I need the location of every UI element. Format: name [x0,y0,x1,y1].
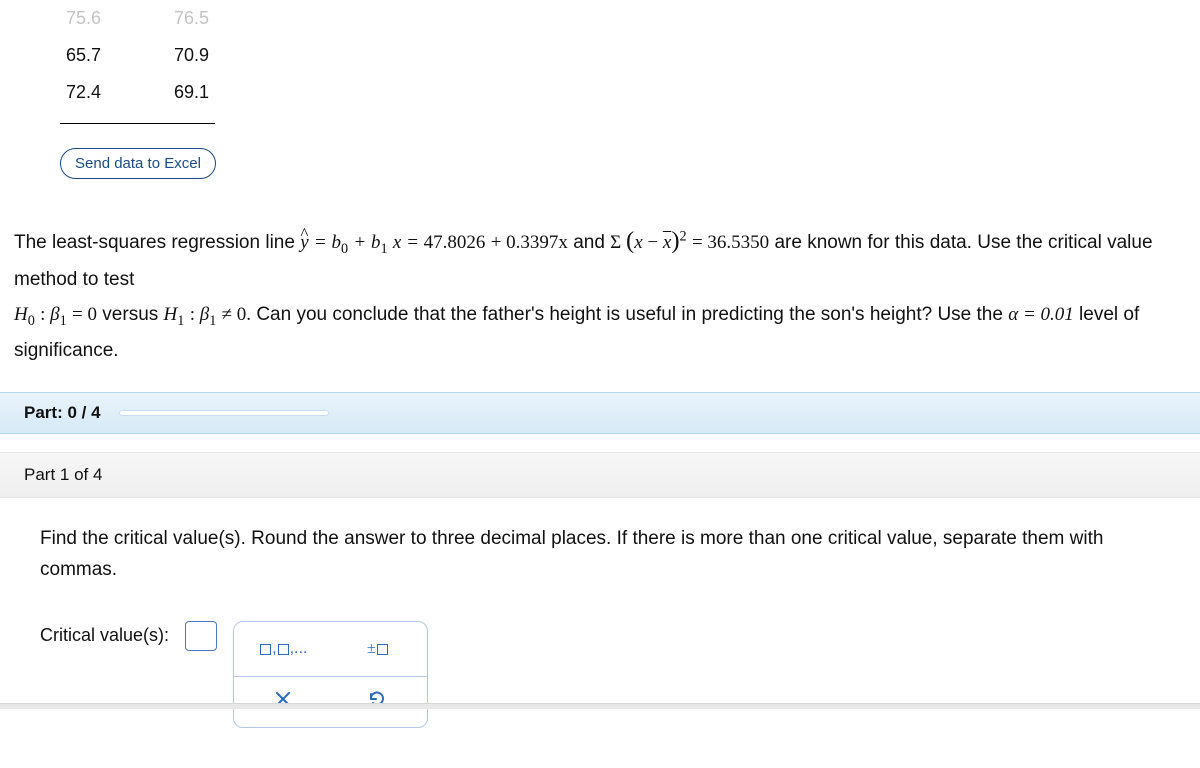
beta: β [200,304,209,325]
cell: 65.7 [66,45,101,66]
part1-header: Part 1 of 4 [0,452,1200,498]
send-to-excel-button[interactable]: Send data to Excel [60,148,216,179]
value: 0.3397x [506,232,568,253]
sup: 2 [680,229,687,245]
alpha: α = 0.01 [1008,304,1074,325]
beta: β [50,304,59,325]
value: 47.8026 [424,232,486,253]
sub: 0 [28,312,35,328]
progress-track [119,410,329,416]
critical-value-label: Critical value(s): [40,621,169,646]
text: + [491,232,506,253]
text: and [573,232,610,253]
list-format-button[interactable]: ,,... [248,634,318,664]
cell: 69.1 [174,82,209,103]
data-table: 75.6 76.5 65.7 70.9 72.4 69.1 [60,0,215,124]
tool-panel: ,,... ± [233,621,428,728]
progress-bar-strip: Part: 0 / 4 [0,392,1200,434]
text: = 0 [72,304,97,325]
part1-text: Find the critical value(s). Round the an… [40,528,1103,579]
table-row: 75.6 76.5 [60,0,215,37]
text: : [40,304,50,325]
sub: 1 [177,312,184,328]
text: The least-squares regression line [14,232,300,253]
cell: 75.6 [66,8,101,29]
plus-minus-button[interactable]: ± [343,634,413,664]
text: + b [353,232,380,253]
text: versus [102,304,163,325]
text: ≠ 0. [222,304,251,325]
table-row: 72.4 69.1 [60,74,215,111]
text: : [190,304,200,325]
text: = b [314,232,341,253]
sub: 0 [341,241,348,257]
h0: H [14,304,28,325]
table-row: 65.7 70.9 [60,37,215,74]
part1-body: Find the critical value(s). Round the an… [0,498,1200,597]
sub: 1 [209,312,216,328]
sub: 1 [380,241,387,257]
sigma: Σ [610,232,626,253]
text: Can you conclude that the father's heigh… [256,304,1008,325]
cell: 76.5 [174,8,209,29]
text: x = [393,232,424,253]
text: = [692,232,707,253]
cell: 72.4 [66,82,101,103]
cell: 70.9 [174,45,209,66]
critical-value-input[interactable] [185,621,217,651]
value: 36.5350 [707,232,769,253]
sub: 1 [60,312,67,328]
progress-label: Part: 0 / 4 [24,403,101,423]
h1: H [164,304,178,325]
footer-scroll-strip [0,703,1200,709]
problem-statement: The least-squares regression line y = b0… [0,179,1200,392]
part1-title: Part 1 of 4 [24,465,102,484]
y-hat: y [300,232,308,253]
